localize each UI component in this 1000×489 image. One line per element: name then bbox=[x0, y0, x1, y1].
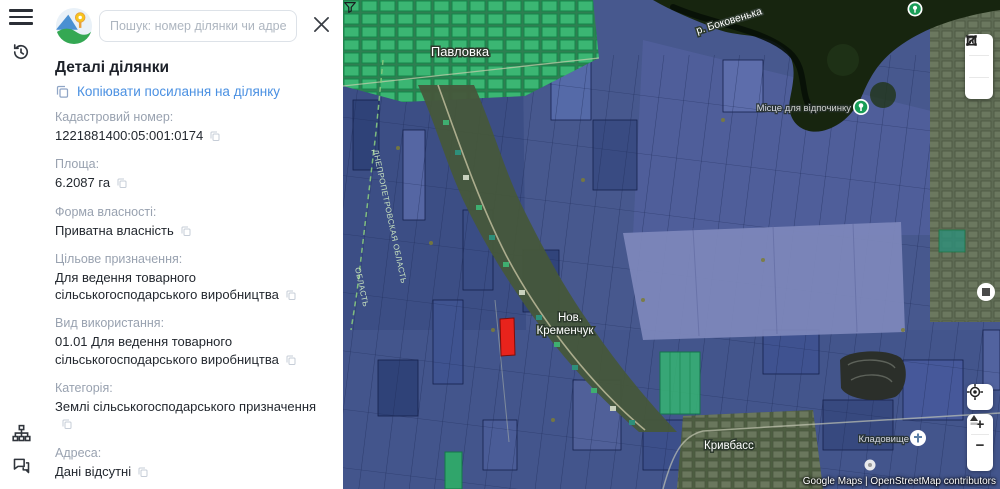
copy-icon[interactable] bbox=[285, 288, 297, 305]
field-area: Площа: 6.2087 га bbox=[55, 157, 333, 193]
sitemap-icon[interactable] bbox=[11, 423, 32, 447]
copy-icon bbox=[56, 85, 69, 98]
poi-marker-top-right[interactable] bbox=[907, 1, 923, 17]
zoom-out-button[interactable]: − bbox=[967, 435, 993, 455]
polygon-tool-button[interactable] bbox=[965, 35, 993, 77]
menu-icon[interactable] bbox=[9, 9, 33, 27]
copy-icon[interactable] bbox=[137, 465, 149, 482]
field-value: 1221881400:05:001:0174 bbox=[55, 128, 204, 143]
field-value: 6.2087 га bbox=[55, 175, 111, 191]
field-label: Категорія: bbox=[55, 380, 113, 395]
tilt-button[interactable] bbox=[967, 415, 993, 471]
map-label-kryvbas: Кривбасс bbox=[704, 440, 754, 452]
map-label-rest-place: Місце для відпочинку bbox=[757, 103, 852, 114]
delete-tool-button[interactable] bbox=[965, 35, 993, 99]
search-input[interactable] bbox=[99, 10, 297, 42]
map-canvas[interactable]: ДНЕПРОПЕТРОВСКАЯ ОБЛАСТЬ ОБЛАСТЬ Павловк… bbox=[343, 0, 1000, 489]
copy-icon[interactable] bbox=[116, 176, 128, 193]
map-label-settlement-line2: Кременчук bbox=[537, 325, 595, 337]
locate-icon bbox=[967, 384, 983, 400]
trash-icon bbox=[967, 35, 976, 46]
funnel-icon bbox=[344, 2, 356, 13]
locate-button[interactable] bbox=[967, 384, 993, 410]
field-usage: Вид використання: 01.01 Для ведення това… bbox=[55, 316, 333, 370]
field-value: Дані відсутні bbox=[55, 463, 132, 479]
field-purpose: Цільове призначення: Для ведення товарно… bbox=[55, 252, 333, 306]
poi-marker-building[interactable] bbox=[977, 283, 995, 301]
field-label: Адреса: bbox=[55, 445, 102, 460]
poi-marker-cemetery[interactable] bbox=[910, 430, 926, 446]
field-cadastral-number: Кадастровий номер: 1221881400:05:001:017… bbox=[55, 110, 333, 146]
field-address: Адреса: Дані відсутні bbox=[55, 446, 333, 482]
field-label: Вид використання: bbox=[55, 316, 165, 331]
chat-icon[interactable] bbox=[11, 455, 32, 479]
selected-parcel[interactable] bbox=[499, 317, 516, 357]
close-icon[interactable] bbox=[311, 14, 332, 37]
left-rail bbox=[0, 0, 44, 489]
poi-marker-rest-place[interactable] bbox=[853, 99, 869, 115]
copy-link-button[interactable]: Копіювати посилання на ділянку bbox=[55, 84, 280, 99]
page-title: Деталі ділянки bbox=[55, 59, 170, 76]
copy-icon[interactable] bbox=[285, 353, 297, 370]
details-panel: Деталі ділянки Копіювати посилання на ді… bbox=[0, 0, 343, 489]
field-ownership: Форма власності: Приватна власність bbox=[55, 205, 333, 241]
zoom-panel: + − bbox=[967, 414, 993, 471]
field-label: Форма власності: bbox=[55, 204, 157, 219]
map-label-cemetery: Кладовище bbox=[858, 434, 909, 445]
map-tiles: ДНЕПРОПЕТРОВСКАЯ ОБЛАСТЬ ОБЛАСТЬ Павловк… bbox=[343, 0, 1000, 489]
poi-dot-center bbox=[868, 463, 872, 467]
map-label-settlement-line1: Нов. bbox=[558, 312, 582, 324]
copy-icon[interactable] bbox=[209, 129, 221, 146]
map-attribution[interactable]: Google Maps | OpenStreetMap contributors bbox=[803, 476, 996, 487]
draw-tools-panel bbox=[965, 34, 993, 99]
field-value: Для ведення товарного сільськогосподарсь… bbox=[55, 269, 279, 303]
field-value: Приватна власність bbox=[55, 222, 174, 238]
field-label: Цільове призначення: bbox=[55, 251, 183, 266]
field-label: Кадастровий номер: bbox=[55, 110, 174, 124]
field-label: Площа: bbox=[55, 157, 100, 172]
tilt-icon bbox=[970, 415, 978, 425]
app-logo[interactable] bbox=[55, 7, 93, 45]
history-icon[interactable] bbox=[11, 42, 31, 65]
field-category: Категорія: Землі сільськогосподарського … bbox=[55, 381, 333, 435]
map-label-pavlovka: Павловка bbox=[431, 44, 490, 59]
app-window: ДНЕПРОПЕТРОВСКАЯ ОБЛАСТЬ ОБЛАСТЬ Павловк… bbox=[0, 0, 1000, 489]
field-value: 01.01 Для ведення товарного сільськогосп… bbox=[55, 334, 279, 367]
copy-link-label: Копіювати посилання на ділянку bbox=[77, 84, 281, 99]
copy-icon[interactable] bbox=[61, 417, 73, 434]
copy-icon[interactable] bbox=[180, 224, 192, 241]
field-value: Землі сільськогосподарського призначення bbox=[55, 398, 317, 414]
